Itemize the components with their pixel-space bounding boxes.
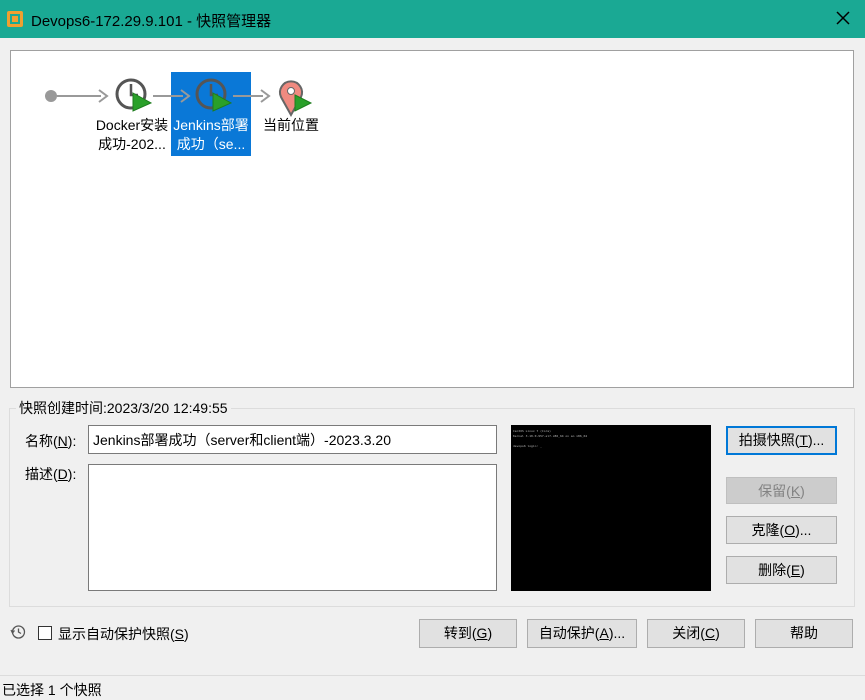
window-title: Devops6-172.29.9.101 - 快照管理器 <box>31 13 272 30</box>
auto-protect-button[interactable]: 自动保护(A)... <box>527 619 637 648</box>
delete-button[interactable]: 删除(E) <box>726 556 837 584</box>
close-icon[interactable] <box>831 6 855 30</box>
show-auto-snapshots-label[interactable]: 显示自动保护快照(S) <box>58 625 189 643</box>
snapshot-name-input[interactable] <box>88 425 497 454</box>
close-button[interactable]: 关闭(C) <box>647 619 745 648</box>
snapshot-description-input[interactable] <box>88 464 497 591</box>
description-label: 描述(D): <box>25 466 77 482</box>
snapshot-node-docker[interactable]: Docker安装 成功-202... <box>91 116 173 154</box>
status-bar: 已选择 1 个快照 <box>0 675 865 700</box>
help-button[interactable]: 帮助 <box>755 619 853 648</box>
auto-protect-history-icon <box>10 625 26 639</box>
snapshot-thumbnail: CentOS Linux 7 (Core) Kernel 3.10.0-957.… <box>511 425 711 591</box>
snapshot-tree-panel[interactable]: Docker安装 成功-202... Jenkins部署 成功（se... 当前… <box>10 50 854 388</box>
root-node-icon <box>45 90 57 102</box>
thumbnail-line: Kernel 3.10.0-957.el7.x86_64 on an x86_6… <box>513 434 588 438</box>
goto-button[interactable]: 转到(G) <box>419 619 517 648</box>
name-label: 名称(N): <box>25 433 77 449</box>
show-auto-snapshots-checkbox[interactable] <box>38 626 52 640</box>
keep-button[interactable]: 保留(K) <box>726 477 837 504</box>
current-location-pin-icon <box>279 80 313 118</box>
snapshot-created-time: 快照创建时间:2023/3/20 12:49:55 <box>16 399 231 417</box>
thumbnail-line: devops6 login: _ <box>513 444 542 448</box>
clone-button[interactable]: 克隆(O)... <box>726 516 837 544</box>
title-bar: Devops6-172.29.9.101 - 快照管理器 <box>0 0 865 38</box>
snapshot-node-jenkins[interactable]: Jenkins部署 成功（se... <box>171 116 251 154</box>
snapshot-clock-icon <box>115 78 153 112</box>
vmware-app-icon <box>7 11 23 27</box>
take-snapshot-button[interactable]: 拍摄快照(T)... <box>726 426 837 455</box>
current-location-node[interactable]: 当前位置 <box>259 116 323 135</box>
status-text: 已选择 1 个快照 <box>2 682 102 698</box>
snapshot-tree-graph <box>45 72 313 156</box>
